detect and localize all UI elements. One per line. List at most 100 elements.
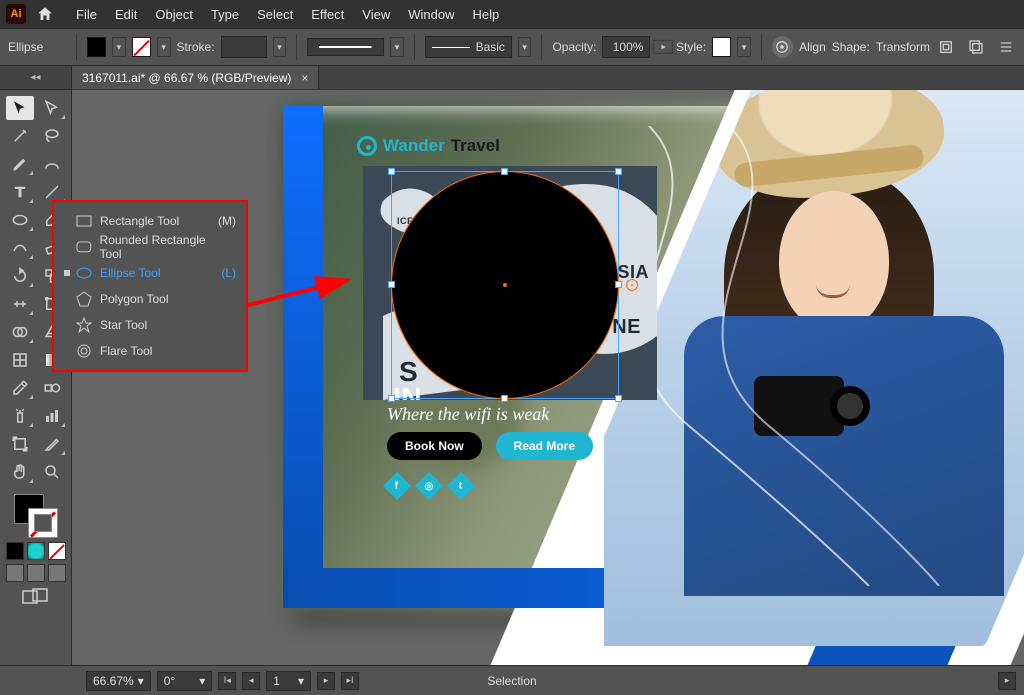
social-instagram[interactable]: ◎: [415, 472, 443, 500]
handle-top-left[interactable]: [388, 168, 395, 175]
fill-stroke-control[interactable]: [14, 494, 58, 538]
color-mode-gradient[interactable]: [27, 542, 45, 560]
handle-top-mid[interactable]: [501, 168, 508, 175]
fill-dropdown[interactable]: [112, 37, 126, 57]
menu-edit[interactable]: Edit: [115, 7, 137, 22]
zoom-tool[interactable]: [38, 460, 66, 484]
menu-select[interactable]: Select: [257, 7, 293, 22]
artboard-first[interactable]: I◂: [218, 672, 236, 690]
stroke-profile[interactable]: [307, 38, 384, 56]
close-tab-icon[interactable]: ×: [301, 71, 308, 85]
artboard-prev[interactable]: ◂: [242, 672, 260, 690]
draw-mode-row: [4, 564, 67, 582]
artboard[interactable]: Wander Travel ICELAND SSIA NE S IN: [283, 106, 989, 608]
magic-wand-tool[interactable]: [6, 124, 34, 148]
mesh-tool[interactable]: [6, 348, 34, 372]
handle-top-right[interactable]: [615, 168, 622, 175]
menu-object[interactable]: Object: [155, 7, 193, 22]
brush-dd[interactable]: [518, 37, 532, 57]
blend-tool[interactable]: [38, 376, 66, 400]
draw-inside[interactable]: [48, 564, 66, 582]
draw-behind[interactable]: [27, 564, 45, 582]
rotate-dropdown[interactable]: 0°▾: [157, 671, 213, 691]
column-graph-tool[interactable]: [38, 404, 66, 428]
selection-bounding-box[interactable]: [391, 171, 619, 399]
symbol-sprayer-tool[interactable]: [6, 404, 34, 428]
center-point[interactable]: [503, 283, 507, 287]
stroke-weight-dd[interactable]: [273, 37, 287, 57]
document-tab[interactable]: 3167011.ai* @ 66.67 % (RGB/Preview) ×: [72, 66, 319, 89]
recolor-icon[interactable]: [772, 36, 793, 58]
shape-button[interactable]: Shape:: [832, 40, 870, 54]
handle-mid-left[interactable]: [388, 281, 395, 288]
draw-normal[interactable]: [6, 564, 24, 582]
slice-tool[interactable]: [38, 432, 66, 456]
artboard-next[interactable]: ▸: [317, 672, 335, 690]
width-tool[interactable]: [6, 292, 34, 316]
selection-tool[interactable]: [6, 96, 34, 120]
eyedropper-tool[interactable]: [6, 376, 34, 400]
artboard-last[interactable]: ▸I: [341, 672, 359, 690]
opacity-dd[interactable]: [653, 40, 673, 54]
screen-mode[interactable]: [4, 588, 67, 606]
menu-effect[interactable]: Effect: [311, 7, 344, 22]
flyout-star[interactable]: Star Tool: [60, 312, 240, 338]
home-icon[interactable]: [36, 5, 54, 23]
transform-button[interactable]: Transform: [876, 40, 930, 54]
flyout-rectangle[interactable]: Rectangle Tool (M): [60, 208, 240, 234]
stroke-dropdown[interactable]: [157, 37, 171, 57]
read-more-button[interactable]: Read More: [496, 432, 593, 460]
graphic-style-dd[interactable]: [737, 37, 751, 57]
shape-tool-flyout[interactable]: Rectangle Tool (M) Rounded Rectangle Too…: [52, 200, 248, 372]
menu-window[interactable]: Window: [408, 7, 454, 22]
hand-tool[interactable]: [6, 460, 34, 484]
handle-bot-mid[interactable]: [501, 395, 508, 402]
lasso-tool[interactable]: [38, 124, 66, 148]
menu-help[interactable]: Help: [472, 7, 499, 22]
title-bar: Ai File Edit Object Type Select Effect V…: [0, 0, 1024, 28]
menu-type[interactable]: Type: [211, 7, 239, 22]
handle-bot-right[interactable]: [615, 395, 622, 402]
menu-file[interactable]: File: [76, 7, 97, 22]
stroke-profile-dd[interactable]: [390, 37, 404, 57]
menu-view[interactable]: View: [362, 7, 390, 22]
stroke-swatch[interactable]: [132, 37, 151, 57]
stroke-color[interactable]: [28, 508, 58, 538]
panel-collapse-handle[interactable]: ◂◂: [0, 66, 72, 89]
flyout-flare[interactable]: Flare Tool: [60, 338, 240, 364]
graphic-style[interactable]: [712, 37, 731, 57]
ellipse-tool[interactable]: [6, 208, 34, 232]
zoom-dropdown[interactable]: 66.67%▾: [86, 671, 151, 691]
align-button[interactable]: Align: [799, 40, 826, 54]
artboard-number[interactable]: 1▾: [266, 671, 311, 691]
flyout-polygon[interactable]: Polygon Tool: [60, 286, 240, 312]
flyout-label: Ellipse Tool: [100, 266, 160, 280]
social-facebook[interactable]: f: [383, 472, 411, 500]
handle-bot-left[interactable]: [388, 395, 395, 402]
flyout-rounded-rectangle[interactable]: Rounded Rectangle Tool: [60, 234, 240, 260]
color-mode-solid[interactable]: [6, 542, 24, 560]
pen-tool[interactable]: [6, 152, 34, 176]
artboard-tool[interactable]: [6, 432, 34, 456]
rotate-tool[interactable]: [6, 264, 34, 288]
color-mode-none[interactable]: [48, 542, 66, 560]
opacity-value[interactable]: 100%: [602, 36, 650, 58]
book-now-button[interactable]: Book Now: [387, 432, 482, 460]
arrange-icon[interactable]: [996, 37, 1016, 57]
stroke-weight[interactable]: [221, 36, 267, 58]
shaper-tool[interactable]: [6, 236, 34, 260]
fill-swatch[interactable]: [87, 37, 106, 57]
direct-selection-tool[interactable]: [38, 96, 66, 120]
curvature-tool[interactable]: [38, 152, 66, 176]
pie-widget[interactable]: [626, 279, 638, 291]
status-menu[interactable]: ▸: [998, 672, 1016, 690]
crop-icon[interactable]: [966, 37, 986, 57]
shape-builder-tool[interactable]: [6, 320, 34, 344]
brush-basic[interactable]: Basic: [425, 36, 512, 58]
social-twitter[interactable]: t: [447, 472, 475, 500]
type-tool[interactable]: [6, 180, 34, 204]
isolate-icon[interactable]: [936, 37, 956, 57]
handle-mid-right[interactable]: [615, 281, 622, 288]
canvas[interactable]: Wander Travel ICELAND SSIA NE S IN: [72, 90, 1024, 665]
flyout-ellipse[interactable]: Ellipse Tool (L): [60, 260, 240, 286]
